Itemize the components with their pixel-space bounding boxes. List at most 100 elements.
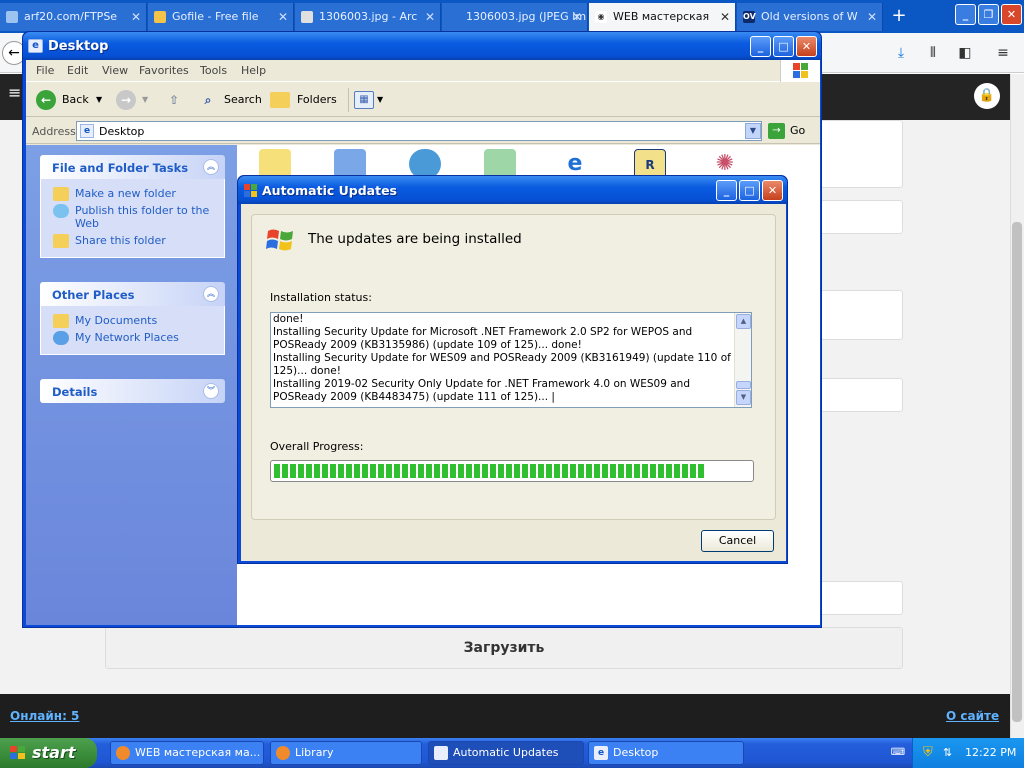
- browser-tab-2[interactable]: Gofile - Free file ✕: [148, 3, 294, 31]
- chevron-up-icon[interactable]: ︽: [203, 286, 219, 302]
- keyboard-icon[interactable]: ⌨: [890, 746, 906, 760]
- site-form-field[interactable]: [820, 378, 903, 412]
- close-button[interactable]: ✕: [796, 36, 817, 57]
- browser-tab-bar: arf20.com/FTPSe ✕ Gofile - Free file ✕ 1…: [0, 0, 1024, 33]
- dialog-body: The updates are being installed Installa…: [241, 204, 786, 561]
- maximize-button[interactable]: □: [773, 36, 794, 57]
- scroll-up-arrow-icon[interactable]: ▲: [736, 314, 751, 329]
- menu-favorites[interactable]: Favorites: [139, 64, 189, 77]
- other-places-header[interactable]: Other Places ︽: [40, 282, 225, 306]
- ov-icon: OV: [743, 11, 756, 23]
- start-label: start: [32, 743, 76, 762]
- scrollbar-thumb[interactable]: [736, 381, 751, 389]
- cancel-button[interactable]: Cancel: [701, 530, 774, 552]
- browser-close-button[interactable]: ✕: [1001, 4, 1022, 25]
- publish-folder-link[interactable]: Publish this folder to the Web: [41, 204, 224, 230]
- desktop-icon: e: [28, 39, 43, 53]
- menu-edit[interactable]: Edit: [67, 64, 88, 77]
- views-icon: ▦: [354, 91, 374, 109]
- taskbar-item-library[interactable]: Library: [270, 741, 422, 765]
- tab-label: Gofile - Free file: [172, 10, 259, 23]
- back-label: Back: [62, 93, 89, 106]
- about-link[interactable]: О сайте: [946, 709, 999, 723]
- menu-help[interactable]: Help: [241, 64, 266, 77]
- download-icon[interactable]: ⤓: [890, 42, 912, 64]
- browser-tab-4[interactable]: 1306003.jpg (JPEG Im ✕: [442, 3, 588, 31]
- close-icon[interactable]: ✕: [867, 3, 877, 31]
- search-button[interactable]: ⌕ Search: [198, 88, 262, 112]
- explorer-title-bar[interactable]: e Desktop _ □ ✕: [23, 32, 821, 60]
- other-places-pane: Other Places ︽ My Documents My Network P…: [40, 282, 225, 355]
- menu-file[interactable]: File: [36, 64, 54, 77]
- share-folder-link[interactable]: Share this folder: [41, 234, 224, 248]
- security-shield-icon[interactable]: ⛨: [923, 745, 937, 761]
- browser-restore-button[interactable]: ❐: [978, 4, 999, 25]
- views-button[interactable]: ▦ ▼: [348, 88, 384, 112]
- network-icon[interactable]: ⇅: [943, 745, 959, 761]
- close-icon[interactable]: ✕: [425, 3, 435, 31]
- start-button[interactable]: start: [0, 738, 97, 768]
- close-icon[interactable]: ✕: [720, 3, 730, 31]
- back-arrow-icon: ←: [36, 90, 56, 110]
- new-tab-button[interactable]: +: [886, 3, 912, 31]
- close-button[interactable]: ✕: [762, 180, 783, 201]
- log-scrollbar[interactable]: ▲ ▼: [734, 313, 751, 407]
- pane-title: Other Places: [52, 288, 135, 302]
- browser-tab-6[interactable]: OV Old versions of W ✕: [737, 3, 883, 31]
- back-button[interactable]: ← Back ▼: [34, 88, 108, 112]
- close-icon[interactable]: ✕: [572, 3, 582, 31]
- make-new-folder-link[interactable]: Make a new folder: [41, 187, 224, 201]
- installation-status-label: Installation status:: [270, 291, 372, 304]
- search-label: Search: [224, 93, 262, 106]
- hamburger-menu-icon[interactable]: ≡: [8, 85, 22, 101]
- link-label: Share this folder: [75, 234, 166, 247]
- chevron-down-icon[interactable]: ▼: [745, 123, 761, 139]
- site-form-field[interactable]: [820, 120, 903, 188]
- close-icon[interactable]: ✕: [131, 3, 141, 31]
- browser-tab-active[interactable]: ◉ WEB мастерская ✕: [589, 3, 736, 31]
- go-label: Go: [790, 124, 806, 137]
- hamburger-menu-icon[interactable]: ≡: [992, 42, 1014, 64]
- library-icon[interactable]: ⫴: [922, 42, 944, 64]
- folders-button[interactable]: Folders: [270, 88, 337, 112]
- menu-tools[interactable]: Tools: [200, 64, 227, 77]
- image-icon: [301, 11, 313, 23]
- minimize-button[interactable]: _: [750, 36, 771, 57]
- file-folder-tasks-pane: File and Folder Tasks ︽ Make a new folde…: [40, 155, 225, 258]
- site-form-field[interactable]: [820, 290, 903, 340]
- details-pane: Details ︾: [40, 379, 225, 403]
- address-input[interactable]: e Desktop ▼: [76, 121, 762, 141]
- browser-tab-1[interactable]: arf20.com/FTPSe ✕: [0, 3, 147, 31]
- taskbar-item-firefox[interactable]: WEB мастерская ма...: [110, 741, 264, 765]
- go-button[interactable]: → Go: [768, 122, 805, 140]
- taskbar-item-desktop[interactable]: e Desktop: [588, 741, 744, 765]
- chevron-down-icon[interactable]: ︾: [203, 383, 219, 399]
- browser-tab-3[interactable]: 1306003.jpg - Arc ✕: [295, 3, 441, 31]
- minimize-button[interactable]: _: [716, 180, 737, 201]
- file-folder-tasks-header[interactable]: File and Folder Tasks ︽: [40, 155, 225, 179]
- installation-log[interactable]: done! Installing Security Update for Micr…: [270, 312, 752, 408]
- windows-logo-icon: [266, 229, 293, 251]
- maximize-button[interactable]: □: [739, 180, 760, 201]
- folders-label: Folders: [297, 93, 337, 106]
- page-scrollbar-thumb[interactable]: [1012, 222, 1022, 722]
- browser-minimize-button[interactable]: _: [955, 4, 976, 25]
- up-button[interactable]: ⇧: [162, 88, 186, 112]
- close-icon[interactable]: ✕: [278, 3, 288, 31]
- my-documents-link[interactable]: My Documents: [41, 314, 224, 328]
- taskbar-item-automatic-updates[interactable]: Automatic Updates: [428, 741, 584, 765]
- dialog-title-bar[interactable]: Automatic Updates _ □ ✕: [238, 176, 787, 204]
- firefox-icon: [116, 746, 130, 760]
- site-form-field[interactable]: [820, 581, 903, 615]
- my-network-places-link[interactable]: My Network Places: [41, 331, 224, 345]
- site-form-field[interactable]: [820, 200, 903, 234]
- lock-icon[interactable]: 🔒: [974, 83, 1000, 109]
- chevron-up-icon[interactable]: ︽: [203, 159, 219, 175]
- scroll-down-arrow-icon[interactable]: ▼: [736, 390, 751, 405]
- forward-button[interactable]: → ▼: [114, 88, 154, 112]
- sidebar-icon[interactable]: ◧: [954, 42, 976, 64]
- details-header[interactable]: Details ︾: [40, 379, 225, 403]
- upload-button[interactable]: Загрузить: [105, 627, 903, 669]
- online-count-link[interactable]: Онлайн: 5: [10, 709, 79, 723]
- menu-view[interactable]: View: [102, 64, 128, 77]
